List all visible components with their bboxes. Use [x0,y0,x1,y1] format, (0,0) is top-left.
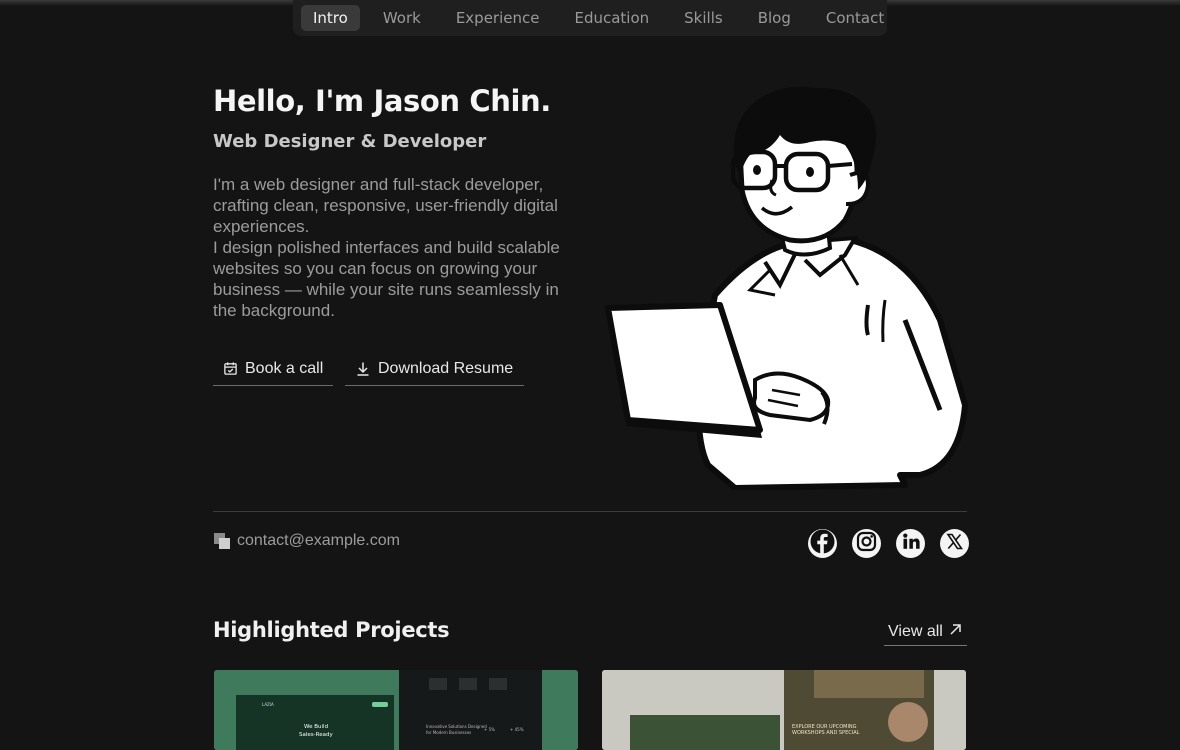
email-icon [213,532,231,550]
calendar-icon [223,361,238,376]
avatar-illustration [605,86,968,490]
project-1-stat-1: + 5% [484,727,495,732]
top-nav: Intro Work Experience Education Skills B… [293,0,887,36]
nav-item-contact[interactable]: Contact [814,5,896,31]
download-icon [355,361,371,377]
nav-item-education[interactable]: Education [562,5,661,31]
instagram-icon [852,527,881,561]
download-resume-label: Download Resume [378,359,514,377]
hero-subtitle: Web Designer & Developer [213,131,487,152]
nav-item-experience[interactable]: Experience [444,5,552,31]
instagram-link[interactable] [852,529,881,558]
x-icon [940,527,969,561]
project-1-stat-2: + 45% [510,727,524,732]
project-1-sub-2: for Modern Businesses [426,730,471,735]
hero-description: I'm a web designer and full-stack develo… [213,174,581,321]
project-2-heading-2: WORKSHOPS AND SPECIAL [792,730,860,736]
project-card-2[interactable]: EXPLORE OUR UPCOMING WORKSHOPS AND SPECI… [602,670,966,750]
hero-description-p1: I'm a web designer and full-stack develo… [213,175,558,236]
nav-item-work[interactable]: Work [371,5,433,31]
linkedin-link[interactable] [896,529,925,558]
facebook-icon [808,527,837,561]
contact-email-link[interactable]: contact@example.com [213,532,400,550]
hero-description-p2: I design polished interfaces and build s… [213,238,560,320]
projects-section-title: Highlighted Projects [213,618,450,642]
project-card-1-thumbnail: LAZIA We Build Sales-Ready Innovative So… [214,670,578,750]
project-1-sub: Innovative Solutions Designed [426,724,487,729]
download-resume-button[interactable]: Download Resume [345,352,524,386]
social-links [808,529,969,558]
project-card-1[interactable]: LAZIA We Build Sales-Ready Innovative So… [214,670,578,750]
hero-title: Hello, I'm Jason Chin. [213,84,551,118]
project-1-brand: LAZIA [262,702,274,707]
nav-item-skills[interactable]: Skills [672,5,735,31]
book-call-button[interactable]: Book a call [213,352,333,386]
project-1-heading: We Build [304,724,328,730]
view-all-label: View all [888,623,943,640]
view-all-link[interactable]: View all [884,619,967,646]
project-1-heading-2: Sales-Ready [299,732,333,738]
linkedin-icon [896,527,925,561]
contact-email-text: contact@example.com [237,532,400,549]
facebook-link[interactable] [808,529,837,558]
arrow-up-right-icon [949,623,962,641]
nav-item-intro[interactable]: Intro [301,5,360,31]
project-card-2-thumbnail: EXPLORE OUR UPCOMING WORKSHOPS AND SPECI… [602,670,966,750]
divider [213,511,967,512]
x-link[interactable] [940,529,969,558]
nav-item-blog[interactable]: Blog [746,5,803,31]
book-call-label: Book a call [245,359,324,377]
